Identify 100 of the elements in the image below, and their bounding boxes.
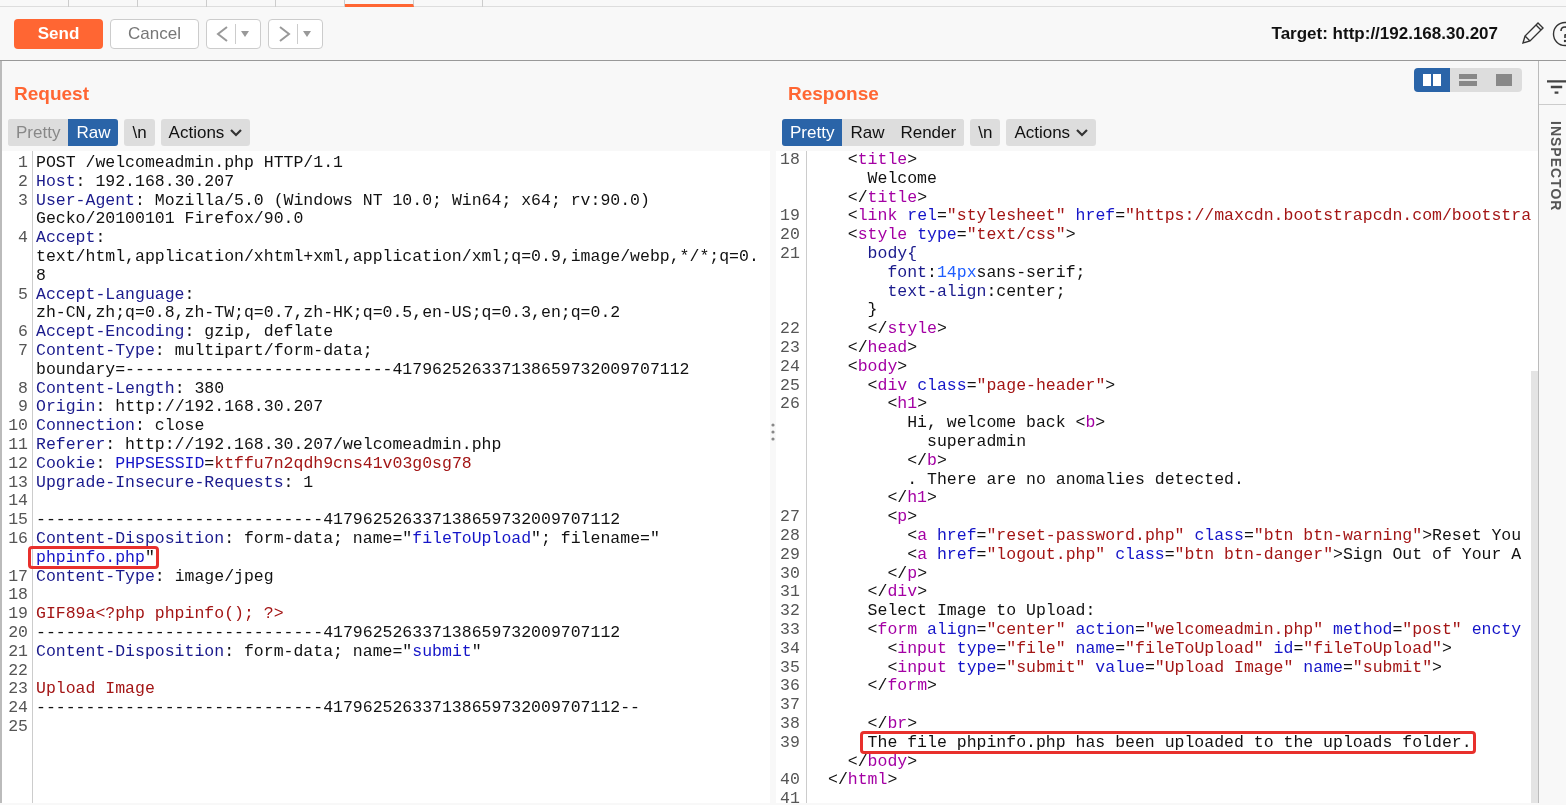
code-line: </head> [846, 338, 918, 358]
code-line: </style> [866, 320, 947, 339]
code-line: <h1> [886, 395, 929, 415]
line-number: 28 [779, 526, 801, 546]
code-line: <title> [846, 151, 919, 170]
code-line: <p> [886, 508, 918, 527]
line-number: 19 [779, 207, 801, 227]
code-line: Origin: http://192.168.30.207 [36, 398, 324, 418]
columns-icon [1423, 74, 1441, 86]
code-line: POST /welcomeadmin.php HTTP/1.1 [36, 154, 343, 173]
line-number: 24 [7, 699, 29, 718]
line-number: 27 [779, 508, 801, 527]
code-line: Upgrade-Insecure-Requests: 1 [36, 473, 314, 493]
line-number: 36 [779, 677, 801, 697]
scrollbar-thumb[interactable] [1531, 371, 1538, 803]
line-number: 5 [17, 285, 29, 306]
code-line: body{ [866, 245, 919, 264]
inspector-tab[interactable]: INSPECTOR [1549, 121, 1566, 212]
code-line: Accept-Language: [36, 285, 196, 305]
line-number: 33 [779, 620, 801, 640]
layout-toggle[interactable] [1414, 68, 1450, 92]
code-line: Gecko/20100101 Firefox/90.0 [36, 210, 305, 230]
line-number: 12 [7, 454, 29, 474]
chevron-right-icon [277, 24, 292, 43]
pencil-icon[interactable] [1519, 20, 1545, 47]
code-line: superadmin [926, 432, 1028, 452]
line-number: 22 [779, 320, 801, 339]
line-number: 31 [779, 583, 801, 603]
chevron-down-icon [230, 128, 243, 137]
code-line: } [866, 301, 879, 321]
code-line: <style type="text/css"> [846, 226, 1076, 245]
code-line: The file phpinfo.php has been uploaded to the uploads folder. [866, 733, 1472, 753]
code-line: Accept: [36, 229, 107, 248]
rows-icon [1459, 74, 1477, 86]
code-line: Host: 192.168.30.207 [36, 172, 235, 192]
pane-title: Response [788, 82, 879, 106]
line-number: 10 [7, 417, 29, 436]
line-number: 34 [779, 639, 801, 659]
line-number: 25 [7, 717, 29, 737]
layout-toggle[interactable] [1450, 68, 1486, 92]
drag-handle-icon[interactable] [771, 423, 775, 441]
line-number: 21 [7, 642, 29, 662]
code-line: Content-Length: 380 [36, 379, 225, 399]
line-number: 23 [779, 338, 801, 358]
code-line: -----------------------------417962526337138659732009707112-- [36, 699, 640, 718]
code-line: Content-Disposition: form-data; name="fileToUpload"; filename=" [36, 529, 660, 549]
target-label: Target: http://192.168.30.207 [1271, 22, 1498, 45]
code-line: text/html,application/xhtml+xml,application/xml;q=0.9,image/webp,*/*;q=0. [36, 248, 759, 267]
code-line: <input type="file" name="fileToUpload" id="fileToUpload"> [886, 639, 1452, 659]
code-line: Hi, welcome back <b> [906, 414, 1107, 433]
code-line: boundary=---------------------------417962526337138659732009707112 [36, 360, 690, 380]
code-line: text-align:center; [886, 282, 1067, 302]
line-number: 35 [779, 658, 801, 678]
code-line: -----------------------------417962526337138659732009707112 [36, 623, 621, 643]
code-line: GIF89a<?php phpinfo(); ?> [36, 605, 284, 624]
code-line: <link rel="stylesheet" href="https://maxcdn.bootstrapcdn.com/bootstra [846, 207, 1532, 227]
pane-title: Request [14, 82, 89, 106]
line-number: 37 [779, 696, 801, 715]
layout-toggle[interactable] [1486, 68, 1522, 92]
line-number: 38 [779, 714, 801, 734]
newline-toggle[interactable]: \n [970, 119, 1001, 146]
code-line: Select Image to Upload: [866, 602, 1096, 621]
code-line: Content-Type: image/jpeg [36, 567, 274, 587]
line-number: 3 [17, 191, 29, 212]
view-tab[interactable]: Pretty [782, 119, 843, 146]
chevron-left-icon [215, 24, 230, 43]
code-line: <a href="reset-password.php" class="btn btn-warning">Reset You [906, 526, 1522, 546]
code-line: Connection: close [36, 417, 205, 436]
line-number: 24 [779, 357, 801, 377]
line-number: 14 [7, 492, 29, 512]
line-number: 20 [7, 623, 29, 643]
tab[interactable] [345, 0, 414, 7]
code-line: Cookie: PHPSESSID=ktffu7n2qdh9cns41v03g0sg78 [36, 454, 472, 474]
code-line: . There are no anomalies detected. [906, 470, 1244, 490]
line-number: 22 [7, 661, 29, 681]
line-number: 6 [17, 323, 29, 342]
code-line: </form> [866, 677, 937, 697]
filter-icon[interactable] [1547, 78, 1566, 95]
cancel-button[interactable]: Cancel [110, 18, 199, 49]
line-number: 26 [779, 395, 801, 416]
line-number: 16 [7, 529, 29, 550]
view-tab[interactable]: Raw [68, 119, 119, 146]
line-number: 40 [779, 771, 801, 791]
newline-toggle[interactable]: \n [124, 119, 155, 146]
line-number: 18 [779, 151, 801, 171]
line-number: 29 [779, 545, 801, 565]
actions-dropdown[interactable]: Actions [160, 119, 251, 146]
code-line: Welcome [866, 169, 937, 189]
code-line: </br> [866, 714, 918, 734]
code-line: Upload Image [36, 680, 155, 700]
code-line: </div> [866, 583, 928, 603]
code-line: </h1> [886, 489, 938, 509]
line-number: 39 [779, 733, 801, 754]
line-number: 8 [17, 379, 29, 399]
line-number: 23 [7, 680, 29, 700]
actions-dropdown[interactable]: Actions [1006, 119, 1097, 146]
code-line: phpinfo.php" [36, 548, 156, 568]
line-number: 13 [7, 473, 29, 493]
code-line: 8 [36, 266, 47, 286]
line-number: 17 [7, 567, 29, 587]
